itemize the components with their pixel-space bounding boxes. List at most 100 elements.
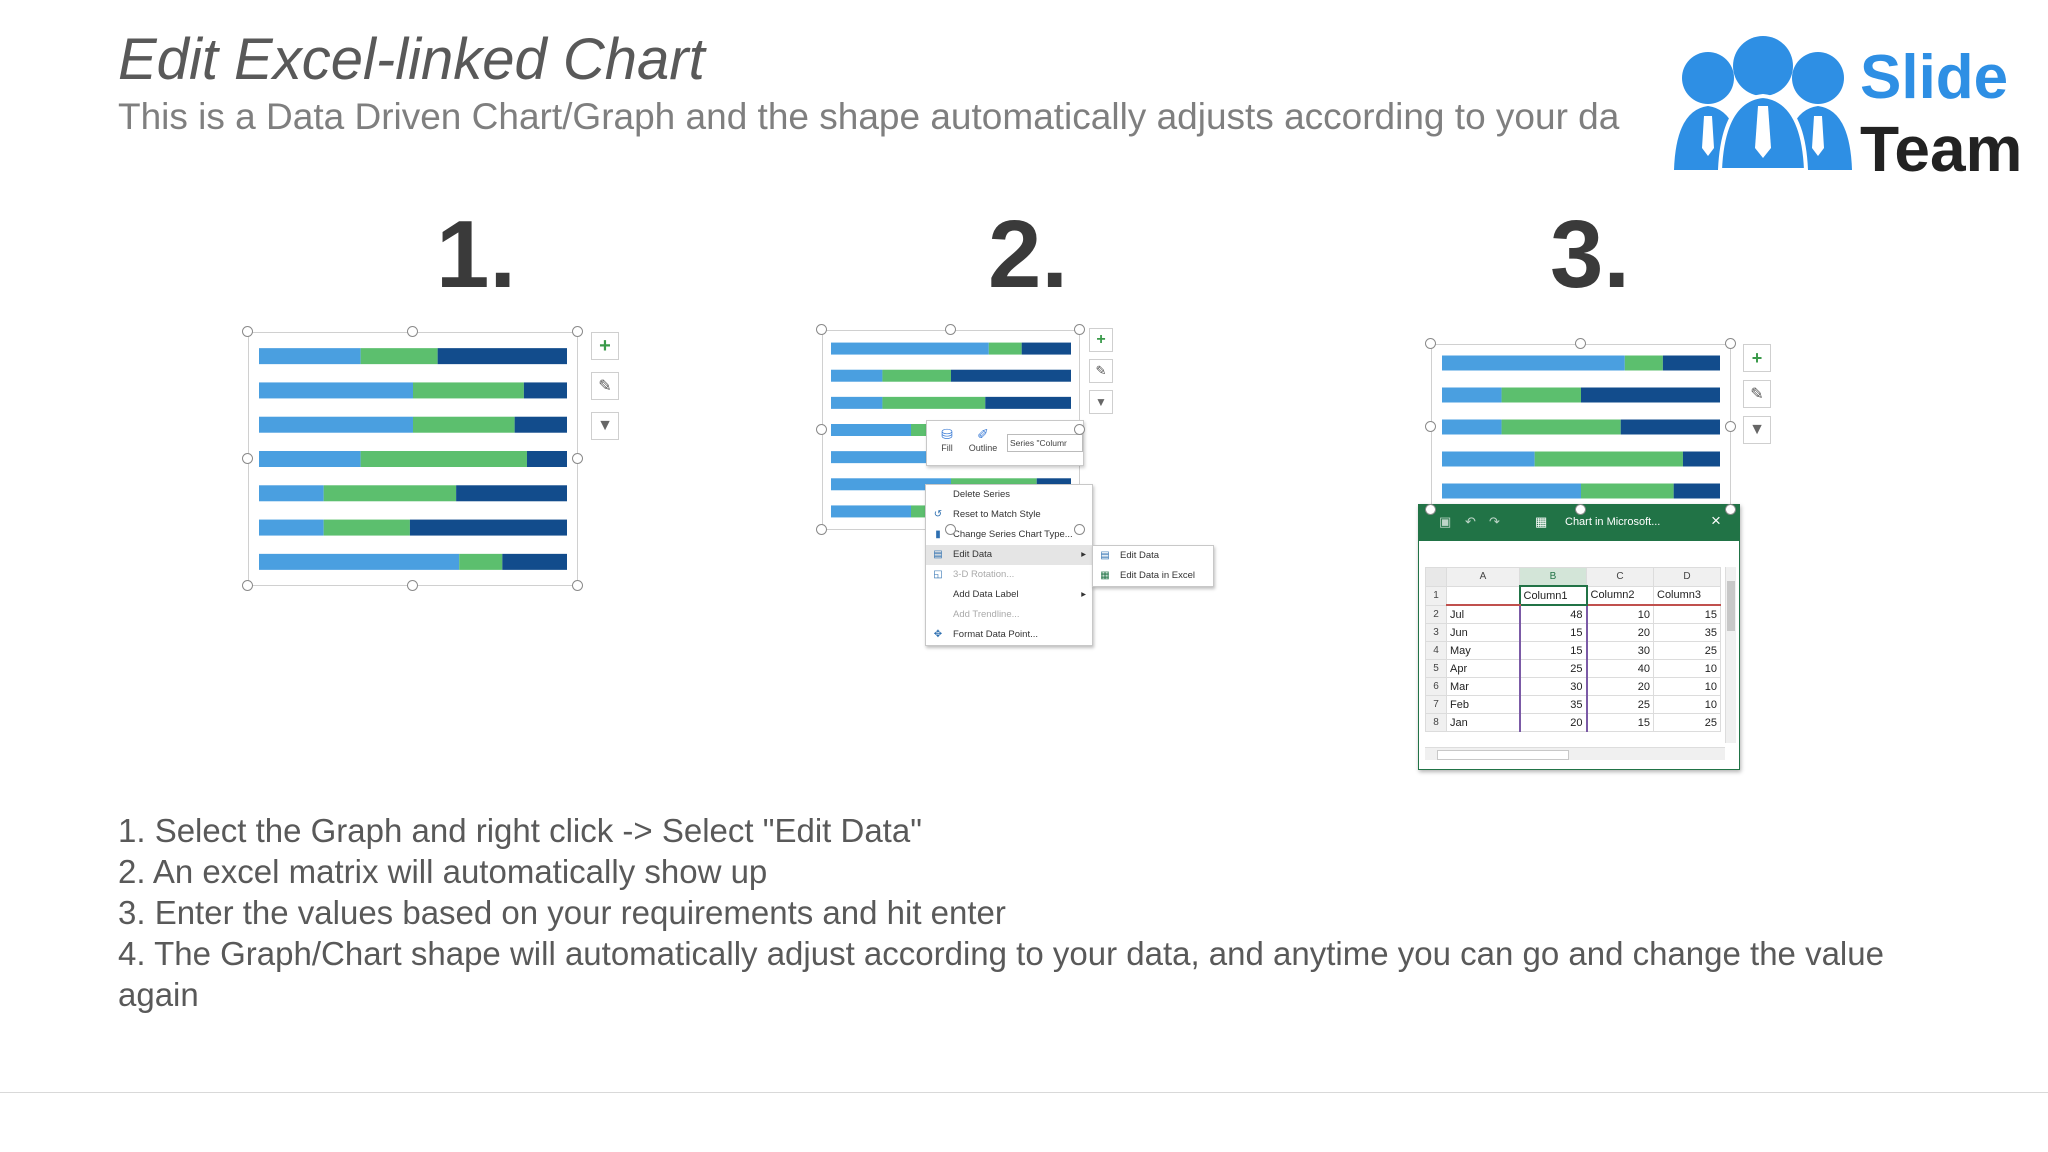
resize-handle[interactable] xyxy=(1074,424,1085,435)
bar-segment-jan-s2[interactable] xyxy=(459,553,503,570)
bar-segment-mar-s2[interactable] xyxy=(323,485,457,502)
redo-icon[interactable]: ↷ xyxy=(1489,514,1500,530)
sheet-cell[interactable]: 30 xyxy=(1518,677,1588,696)
chart-elements-button-2[interactable]: + xyxy=(1089,328,1113,352)
resize-handle[interactable] xyxy=(1425,338,1436,349)
bar-segment-apr-s1[interactable] xyxy=(1442,451,1535,467)
bar-segment-may-s2[interactable] xyxy=(1501,419,1621,435)
sheet-cell[interactable]: 25 xyxy=(1586,695,1654,714)
bar-segment-jul-s3[interactable] xyxy=(1021,342,1071,355)
chart-styles-button[interactable]: ✎ xyxy=(591,372,619,400)
menu-item-delete-series[interactable]: Delete Series xyxy=(926,485,1092,505)
resize-handle[interactable] xyxy=(1074,524,1085,535)
sheet-cell[interactable]: 10 xyxy=(1653,659,1721,678)
bar-segment-mar-s3[interactable] xyxy=(456,485,567,502)
sheet-cell[interactable]: 25 xyxy=(1518,659,1588,678)
row-header[interactable]: 2 xyxy=(1425,604,1447,624)
sheet-cell[interactable]: 48 xyxy=(1518,604,1588,624)
resize-handle[interactable] xyxy=(242,453,253,464)
resize-handle[interactable] xyxy=(1425,504,1436,515)
excel-grid-icon[interactable]: ▦ xyxy=(1535,514,1547,530)
bar-segment-jun-s3[interactable] xyxy=(1581,387,1720,403)
sheet-cell[interactable]: May xyxy=(1446,641,1521,660)
bar-segment-jan-s3[interactable] xyxy=(502,553,567,570)
series-dropdown[interactable]: Series "Columr xyxy=(1007,434,1083,452)
resize-handle[interactable] xyxy=(242,580,253,591)
menu-item-reset-to-match-style[interactable]: ↺ Reset to Match Style xyxy=(926,505,1092,525)
row-header[interactable]: 3 xyxy=(1425,623,1447,642)
bar-segment-mar-s2[interactable] xyxy=(1581,483,1674,499)
bar-segment-apr-s1[interactable] xyxy=(259,451,361,467)
resize-handle[interactable] xyxy=(242,326,253,337)
bar-segment-may-s2[interactable] xyxy=(882,396,986,409)
bar-segment-jun-s3[interactable] xyxy=(951,369,1071,382)
row-header[interactable]: 4 xyxy=(1425,641,1447,660)
vertical-scrollbar[interactable] xyxy=(1725,567,1736,743)
bar-segment-may-s1[interactable] xyxy=(831,396,883,409)
bar-segment-jul-s1[interactable] xyxy=(831,342,989,355)
row-header[interactable]: 1 xyxy=(1425,585,1447,606)
fill-button[interactable]: ⛁ Fill xyxy=(935,425,959,453)
bar-segment-jun-s3[interactable] xyxy=(523,382,567,399)
bar-segment-feb-s3[interactable] xyxy=(409,519,567,536)
outline-button[interactable]: ✐ Outline xyxy=(965,425,1001,453)
resize-handle[interactable] xyxy=(1425,421,1436,432)
bar-segment-apr-s1[interactable] xyxy=(831,424,911,436)
chart-styles-button-2[interactable]: ✎ xyxy=(1089,359,1113,383)
sheet-cell[interactable]: Column3 xyxy=(1653,585,1721,606)
sheet-cell[interactable] xyxy=(1446,585,1520,606)
sheet-cell[interactable]: 15 xyxy=(1586,713,1654,732)
col-header-c[interactable]: C xyxy=(1586,567,1654,587)
sheet-cell[interactable]: 10 xyxy=(1653,695,1721,714)
scrollbar-thumb[interactable] xyxy=(1727,581,1735,631)
bar-segment-may-s3[interactable] xyxy=(985,396,1071,409)
bar-segment-jan-s1[interactable] xyxy=(259,553,460,570)
bar-segment-may-s1[interactable] xyxy=(1442,419,1502,435)
row-header[interactable]: 7 xyxy=(1425,695,1447,714)
menu-item-format-data-point[interactable]: ✥ Format Data Point... xyxy=(926,625,1092,645)
resize-handle[interactable] xyxy=(1575,338,1586,349)
bar-segment-jun-s2[interactable] xyxy=(1501,387,1581,403)
sheet-cell[interactable]: 20 xyxy=(1586,677,1654,696)
bar-segment-jul-s2[interactable] xyxy=(1624,355,1663,371)
resize-handle[interactable] xyxy=(572,326,583,337)
sheet-cell[interactable]: 25 xyxy=(1653,641,1721,660)
sheet-cell[interactable]: Jan xyxy=(1446,713,1521,732)
bar-segment-jun-s2[interactable] xyxy=(882,369,951,382)
resize-handle[interactable] xyxy=(1725,504,1736,515)
sheet-cell[interactable]: Apr xyxy=(1446,659,1521,678)
submenu-item-edit-data-in-excel[interactable]: ▦ Edit Data in Excel xyxy=(1093,566,1213,586)
resize-handle[interactable] xyxy=(945,324,956,335)
step3-chart-frame[interactable] xyxy=(1431,344,1731,510)
row-header[interactable]: 6 xyxy=(1425,677,1447,696)
menu-item-3-d-rotation[interactable]: ◱ 3-D Rotation... xyxy=(926,565,1092,585)
sheet-cell[interactable]: 35 xyxy=(1653,623,1721,642)
undo-icon[interactable]: ↶ xyxy=(1465,514,1476,530)
resize-handle[interactable] xyxy=(572,453,583,464)
bar-segment-jul-s2[interactable] xyxy=(360,348,438,365)
resize-handle[interactable] xyxy=(1575,504,1586,515)
sheet-cell[interactable]: 35 xyxy=(1518,695,1588,714)
bar-segment-apr-s2[interactable] xyxy=(1534,451,1683,467)
bar-segment-jan-s1[interactable] xyxy=(831,505,911,518)
chart-elements-button[interactable]: + xyxy=(591,332,619,360)
sheet-cell[interactable]: Mar xyxy=(1446,677,1521,696)
bar-segment-feb-s1[interactable] xyxy=(259,519,324,536)
sheet-cell[interactable]: Jul xyxy=(1446,604,1521,624)
resize-handle[interactable] xyxy=(572,580,583,591)
bar-segment-jul-s3[interactable] xyxy=(1662,355,1720,371)
menu-item-add-trendline[interactable]: Add Trendline... xyxy=(926,605,1092,625)
menu-item-edit-data[interactable]: ▤ Edit Data ▸ xyxy=(926,545,1092,565)
stacked-bar-chart[interactable] xyxy=(1432,345,1730,509)
bar-segment-may-s3[interactable] xyxy=(1620,419,1720,435)
bar-segment-mar-s1[interactable] xyxy=(1442,483,1581,499)
col-header-d[interactable]: D xyxy=(1653,567,1721,587)
bar-segment-apr-s3[interactable] xyxy=(526,451,567,467)
sheet-cell[interactable]: Feb xyxy=(1446,695,1521,714)
hscrollbar-thumb[interactable] xyxy=(1437,750,1569,760)
resize-handle[interactable] xyxy=(816,324,827,335)
bar-segment-jul-s1[interactable] xyxy=(1442,355,1625,371)
bar-segment-feb-s2[interactable] xyxy=(323,519,410,536)
row-header[interactable]: 5 xyxy=(1425,659,1447,678)
chart-styles-button-3[interactable]: ✎ xyxy=(1743,380,1771,408)
